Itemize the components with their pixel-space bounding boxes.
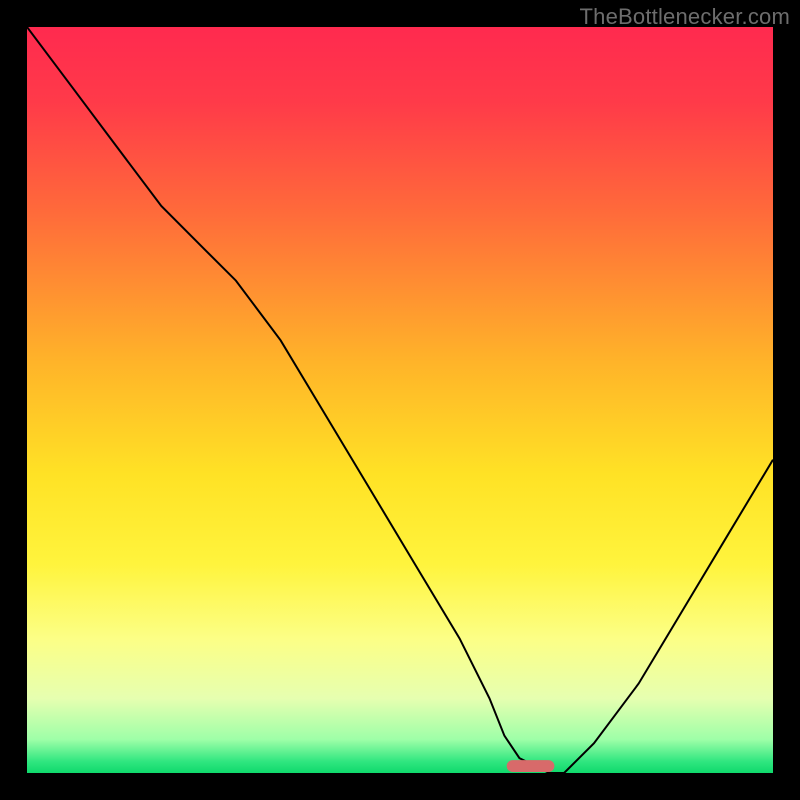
bottleneck-chart [27, 27, 773, 773]
chart-frame [27, 27, 773, 773]
gradient-background [27, 27, 773, 773]
optimal-marker [507, 760, 555, 772]
watermark-text: TheBottlenecker.com [580, 4, 790, 30]
